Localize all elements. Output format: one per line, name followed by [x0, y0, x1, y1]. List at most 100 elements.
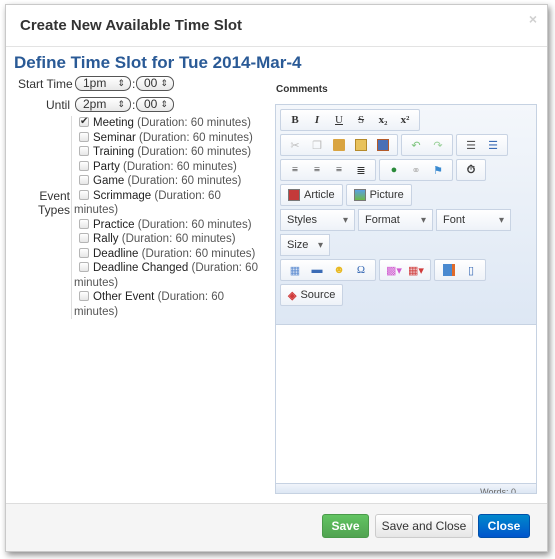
align-left-icon[interactable]: ≡ [284, 164, 306, 176]
bulleted-list-icon[interactable]: ☰ [482, 139, 504, 152]
checkbox-practice[interactable] [79, 218, 89, 229]
event-type-item[interactable]: Practice (Duration: 60 minutes) [74, 218, 266, 233]
select-arrows-icon: ⇕ [117, 78, 125, 88]
checkbox-training[interactable] [79, 146, 89, 156]
link-group: ● ⚭ ⚑ [379, 159, 453, 181]
horizontal-rule-icon[interactable]: ▬ [306, 264, 328, 276]
superscript-button[interactable]: x² [394, 114, 416, 126]
styles-dropdown[interactable]: Styles ▾ [280, 209, 355, 231]
event-type-item[interactable]: Scrimmage (Duration: 60 minutes) [74, 189, 266, 218]
unlink-icon[interactable]: ⚭ [405, 164, 427, 177]
anchor-icon[interactable]: ⚑ [427, 164, 449, 177]
picture-button[interactable]: Picture [345, 184, 412, 206]
subscript-button[interactable]: x₂ [372, 114, 394, 126]
checkbox-other-event[interactable] [79, 291, 89, 301]
font-dropdown[interactable]: Font ▾ [436, 209, 511, 231]
list-group: ☰ ☰ [456, 134, 508, 156]
paste-icon[interactable] [328, 139, 350, 152]
start-minute-select[interactable]: 00 ⇕ [136, 76, 174, 91]
copy-icon[interactable]: ❐ [306, 139, 328, 152]
word-count-status: Words: 0 [276, 483, 536, 493]
start-time-row: Start Time [18, 77, 73, 91]
checkbox-game[interactable] [79, 175, 89, 185]
save-and-close-button[interactable]: Save and Close [375, 514, 473, 538]
source-icon: ◈ [288, 289, 297, 302]
article-icon [288, 189, 300, 201]
select-arrows-icon: ⇕ [160, 99, 168, 109]
link-icon[interactable]: ● [383, 164, 405, 176]
dropdown-arrow-icon: ▾ [498, 214, 504, 226]
start-hour-select[interactable]: 1pm ⇕ [75, 76, 131, 91]
checkbox-seminar[interactable] [79, 131, 89, 142]
italic-button[interactable]: I [306, 114, 328, 126]
event-types-label: Event Types [37, 189, 70, 217]
checkbox-scrimmage[interactable] [79, 189, 89, 200]
event-type-item[interactable]: Training (Duration: 60 minutes) [74, 145, 266, 160]
paste-text-icon[interactable] [350, 139, 372, 152]
define-time-slot-heading: Define Time Slot for Tue 2014-Mar-4 [14, 53, 302, 72]
source-button[interactable]: ◈ Source [280, 284, 344, 306]
event-type-item[interactable]: Rally (Duration: 60 minutes) [74, 232, 266, 247]
close-x-icon[interactable]: × [529, 11, 537, 27]
size-dropdown[interactable]: Size ▾ [280, 234, 330, 256]
event-type-item[interactable]: Meeting (Duration: 60 minutes) [74, 115, 266, 131]
align-right-icon[interactable]: ≡ [328, 164, 350, 176]
checkbox-party[interactable] [79, 160, 89, 171]
align-justify-icon[interactable]: ≣ [350, 164, 372, 177]
event-types-list: Meeting (Duration: 60 minutes) Seminar (… [71, 115, 266, 319]
event-type-item[interactable]: Game (Duration: 60 minutes) [74, 174, 266, 189]
format-dropdown[interactable]: Format ▾ [358, 209, 433, 231]
close-button[interactable]: Close [478, 514, 530, 538]
bg-color-icon[interactable]: ▦▾ [405, 264, 427, 277]
checkbox-meeting[interactable] [79, 115, 89, 130]
clipboard-group: ✂ ❐ [280, 134, 398, 156]
text-color-icon[interactable]: ▩▾ [383, 264, 405, 277]
comments-rich-text-editor: B I U S x₂ x² ✂ ❐ ↶ ↷ ☰ ☰ ≡ ≡ ≡ ≣ ● ⚭ ⚑ … [275, 104, 537, 494]
save-button[interactable]: Save [322, 514, 369, 538]
select-arrows-icon: ⇕ [117, 99, 125, 109]
event-type-item[interactable]: Deadline (Duration: 60 minutes) [74, 247, 266, 262]
image-icon[interactable] [438, 264, 460, 277]
until-minute-select[interactable]: 00 ⇕ [136, 97, 174, 112]
until-label: Until [46, 98, 71, 112]
strikethrough-button[interactable]: S [350, 114, 372, 126]
smiley-icon[interactable]: ☻ [328, 264, 350, 276]
dialog-title: Create New Available Time Slot [20, 17, 243, 34]
timestamp-icon[interactable]: ⏱ [460, 164, 482, 177]
comments-label: Comments [276, 84, 328, 95]
numbered-list-icon[interactable]: ☰ [460, 139, 482, 152]
checkbox-rally[interactable] [79, 233, 89, 243]
editor-content-area[interactable] [276, 325, 536, 483]
special-char-icon[interactable]: Ω [350, 264, 372, 276]
color-group: ▩▾ ▦▾ [379, 259, 431, 281]
basic-styles-group: B I U S x₂ x² [280, 109, 420, 131]
tools-group: ▯ [434, 259, 486, 281]
misc-group: ⏱ [456, 159, 486, 181]
event-type-item[interactable]: Other Event (Duration: 60 minutes) [74, 290, 266, 319]
maximize-icon[interactable]: ▯ [460, 264, 482, 277]
create-time-slot-dialog: Create New Available Time Slot × Define … [5, 4, 548, 552]
underline-button[interactable]: U [328, 114, 350, 126]
align-center-icon[interactable]: ≡ [306, 164, 328, 176]
bold-button[interactable]: B [284, 114, 306, 126]
redo-icon[interactable]: ↷ [427, 139, 449, 152]
dialog-header: Create New Available Time Slot × [6, 5, 547, 47]
until-hour-select[interactable]: 2pm ⇕ [75, 97, 131, 112]
insert-group: ▦ ▬ ☻ Ω [280, 259, 376, 281]
checkbox-deadline[interactable] [79, 247, 89, 258]
article-button[interactable]: Article [280, 184, 343, 206]
picture-icon [353, 189, 366, 201]
cut-icon[interactable]: ✂ [284, 139, 306, 152]
undo-icon[interactable]: ↶ [405, 139, 427, 152]
undo-redo-group: ↶ ↷ [401, 134, 453, 156]
table-icon[interactable]: ▦ [284, 264, 306, 277]
dropdown-arrow-icon: ▾ [317, 239, 323, 251]
dropdown-arrow-icon: ▾ [342, 214, 348, 226]
event-type-item[interactable]: Deadline Changed (Duration: 60 minutes) [74, 261, 266, 290]
editor-toolbar: B I U S x₂ x² ✂ ❐ ↶ ↷ ☰ ☰ ≡ ≡ ≡ ≣ ● ⚭ ⚑ … [276, 105, 536, 325]
dialog-footer: Save Save and Close Close [6, 503, 547, 551]
event-type-item[interactable]: Seminar (Duration: 60 minutes) [74, 131, 266, 146]
paste-from-word-icon[interactable] [372, 139, 394, 152]
checkbox-deadline-changed[interactable] [79, 262, 89, 272]
event-type-item[interactable]: Party (Duration: 60 minutes) [74, 160, 266, 175]
